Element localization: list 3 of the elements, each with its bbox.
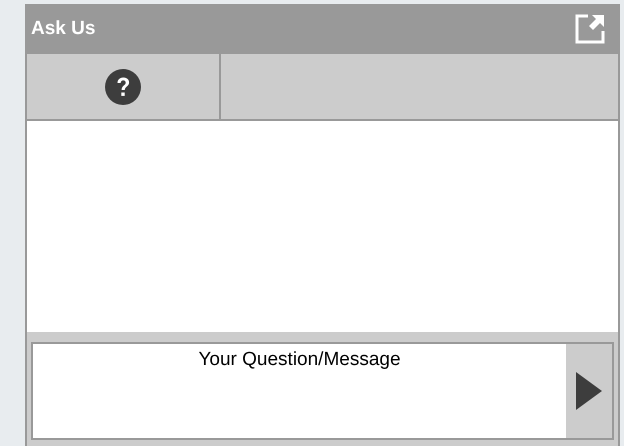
- popout-icon[interactable]: [574, 13, 606, 45]
- help-icon: [105, 68, 141, 104]
- window-title: Ask Us: [31, 16, 96, 41]
